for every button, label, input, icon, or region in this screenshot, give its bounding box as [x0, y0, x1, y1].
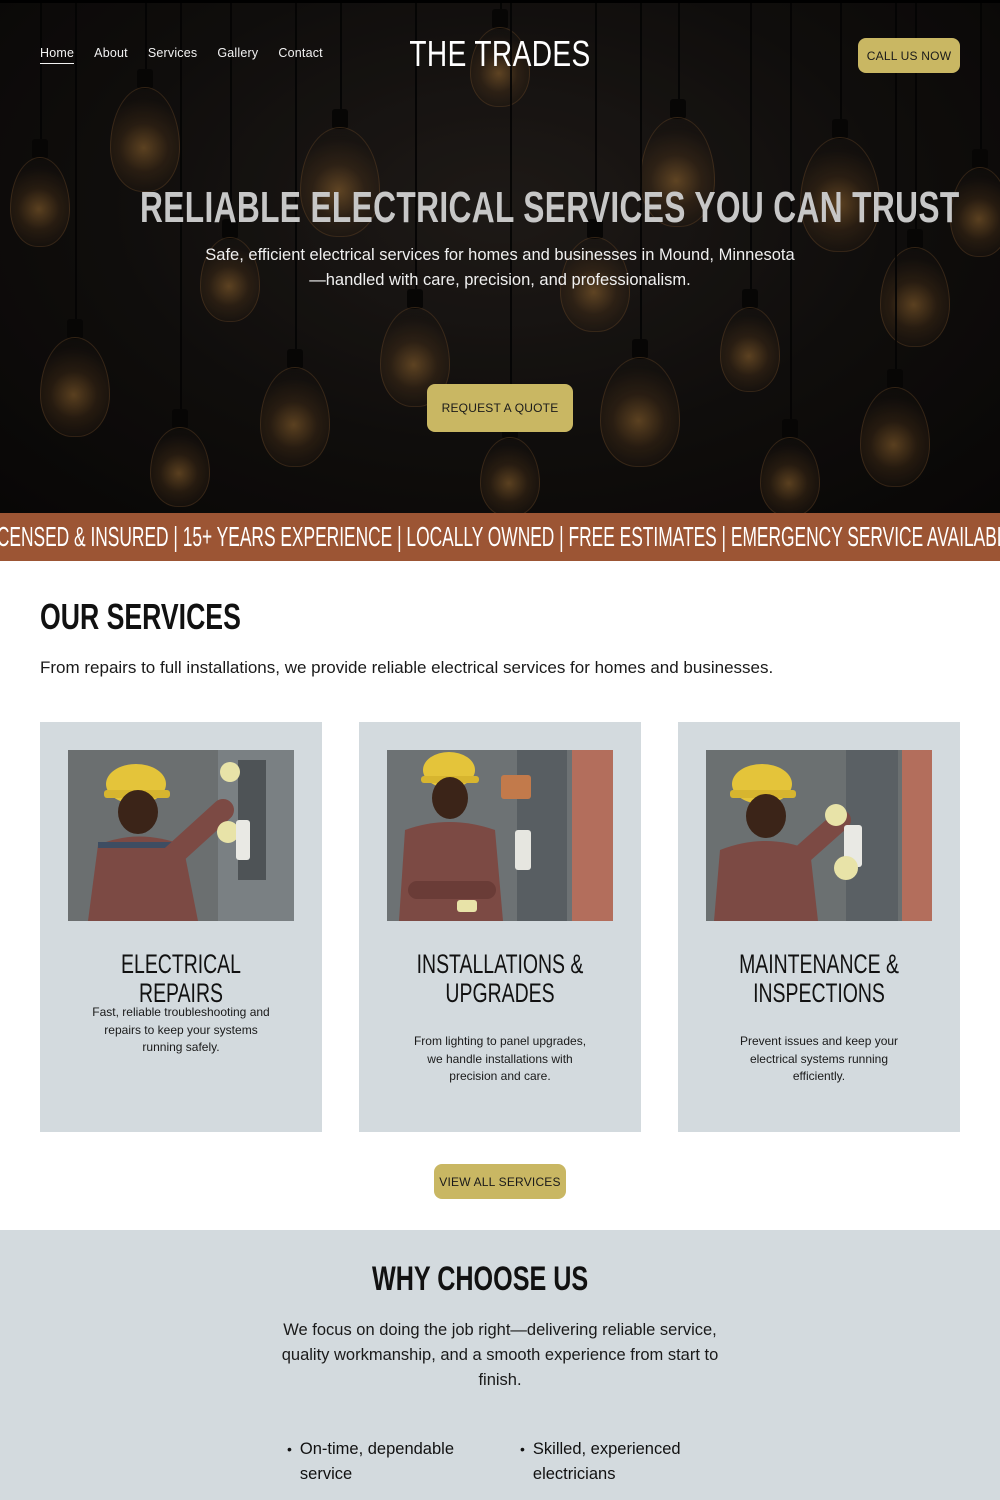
request-quote-button[interactable]: REQUEST A QUOTE	[427, 384, 573, 432]
trust-banner-text: LICENSED & INSURED | 15+ YEARS EXPERIENC…	[0, 521, 1000, 552]
why-description: We focus on doing the job right—deliveri…	[281, 1321, 719, 1389]
card-description: From lighting to panel upgrades, we hand…	[413, 1034, 587, 1084]
bullet-icon: •	[287, 1441, 292, 1457]
services-title: OUR SERVICES	[40, 596, 241, 637]
site-logo[interactable]: THE TRADES	[110, 33, 890, 75]
list-item-text: On-time, dependable service	[299, 1440, 455, 1483]
why-bullet-list: • On-time, dependable service • Skilled,…	[287, 1437, 705, 1487]
card-title: MAINTENANCE & INSPECTIONS	[739, 949, 899, 1008]
call-us-button[interactable]: CALL US NOW	[858, 38, 960, 73]
card-description: Prevent issues and keep your electrical …	[739, 1034, 899, 1084]
card-title: ELECTRICAL REPAIRS	[121, 949, 241, 1008]
hero-section: Home About Services Gallery Contact THE …	[0, 0, 1000, 513]
electrician-photo	[387, 750, 613, 921]
list-item: • Skilled, experienced electricians	[520, 1437, 705, 1487]
bullet-icon: •	[520, 1441, 525, 1457]
electrician-photo	[706, 750, 932, 921]
card-description: Fast, reliable troubleshooting and repai…	[92, 1005, 270, 1055]
hero-title: RELIABLE ELECTRICAL SERVICES YOU CAN TRU…	[140, 183, 960, 232]
list-item: • On-time, dependable service	[287, 1437, 472, 1487]
why-choose-section: WHY CHOOSE US We focus on doing the job …	[0, 1230, 1000, 1500]
service-card-repairs[interactable]: ELECTRICAL REPAIRS Fast, reliable troubl…	[40, 722, 322, 1132]
service-card-installations[interactable]: INSTALLATIONS & UPGRADES From lighting t…	[359, 722, 641, 1132]
services-intro: From repairs to full installations, we p…	[40, 658, 774, 677]
electrician-photo	[68, 750, 294, 921]
service-card-maintenance[interactable]: MAINTENANCE & INSPECTIONS Prevent issues…	[678, 722, 960, 1132]
hero-subtitle: Safe, efficient electrical services for …	[205, 246, 795, 289]
view-all-services-button[interactable]: VIEW ALL SERVICES	[434, 1164, 566, 1199]
nav-item-home[interactable]: Home	[40, 46, 75, 64]
list-item-text: Skilled, experienced electricians	[532, 1440, 681, 1483]
why-title: WHY CHOOSE US	[371, 1260, 589, 1298]
trust-banner: LICENSED & INSURED | 15+ YEARS EXPERIENC…	[0, 513, 1000, 561]
card-title: INSTALLATIONS & UPGRADES	[416, 949, 584, 1008]
